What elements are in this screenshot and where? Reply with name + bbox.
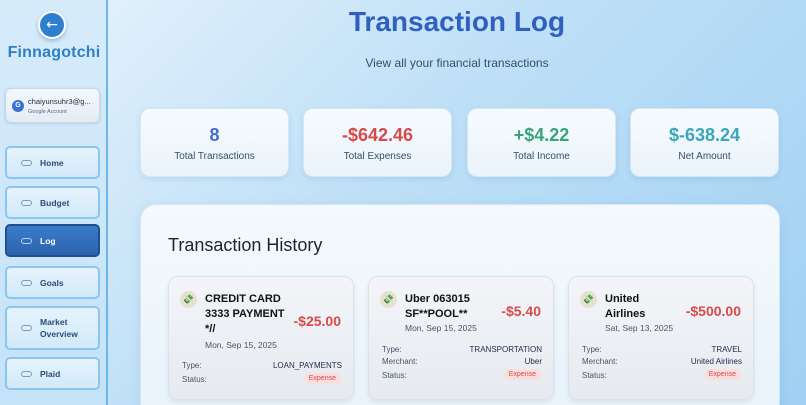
money-icon: 💸 xyxy=(180,291,197,308)
stat-card-total-expenses: -$642.46 Total Expenses xyxy=(303,108,452,177)
type-row: Type: TRANSPORTATION xyxy=(382,345,542,354)
market-icon xyxy=(21,325,32,331)
arrow-left-icon: ← xyxy=(46,17,58,33)
sidebar-item-plaid[interactable]: Plaid xyxy=(5,357,100,390)
transaction-date: Sat, Sep 13, 2025 xyxy=(605,323,674,333)
stat-value: +$4.22 xyxy=(513,125,570,145)
transaction-amount: -$500.00 xyxy=(685,303,741,319)
sidebar-item-label: Goals xyxy=(40,277,64,288)
sidebar-item-label: Budget xyxy=(40,197,70,208)
stat-value: $-638.24 xyxy=(668,125,741,145)
section-title: Transaction History xyxy=(168,235,323,255)
money-icon: 💸 xyxy=(580,291,597,308)
sidebar: ← Finnagotchi G chaiyunsuhr3@g... Google… xyxy=(0,0,108,405)
account-card[interactable]: G chaiyunsuhr3@g... Google Account xyxy=(5,88,100,123)
transaction-amount: -$5.40 xyxy=(501,303,541,319)
sidebar-item-market-overview[interactable]: Market Overview xyxy=(5,306,100,350)
sidebar-item-log[interactable]: Log xyxy=(5,224,100,257)
page-subtitle: View all your financial transactions xyxy=(365,56,549,70)
stat-label: Total Income xyxy=(513,151,570,162)
money-icon: 💸 xyxy=(380,291,397,308)
transaction-history-panel: Transaction History 💸 CREDIT CARD 3333 P… xyxy=(140,204,780,405)
type-row: Type: LOAN_PAYMENTS xyxy=(182,361,342,370)
home-icon xyxy=(21,159,32,166)
transaction-date: Mon, Sep 15, 2025 xyxy=(405,323,477,333)
sidebar-item-label: Log xyxy=(40,235,56,246)
transaction-amount: -$25.00 xyxy=(293,313,341,329)
stat-card-total-transactions: 8 Total Transactions xyxy=(140,108,289,177)
merchant-label: Merchant: xyxy=(582,357,618,366)
status-badge: Expense xyxy=(703,369,741,380)
merchant-value: United Airlines xyxy=(690,357,742,366)
sidebar-item-goals[interactable]: Goals xyxy=(5,266,100,299)
type-value: LOAN_PAYMENTS xyxy=(272,361,342,370)
stat-value: 8 xyxy=(209,125,220,145)
sidebar-item-budget[interactable]: Budget xyxy=(5,186,100,219)
budget-icon xyxy=(21,199,32,206)
transaction-date: Mon, Sep 15, 2025 xyxy=(205,340,277,350)
transaction-card[interactable]: 💸 Uber 063015 SF**POOL** Mon, Sep 15, 20… xyxy=(368,276,554,400)
transaction-name: Uber 063015 SF**POOL** xyxy=(405,293,470,320)
transaction-card[interactable]: 💸 CREDIT CARD 3333 PAYMENT *// Mon, Sep … xyxy=(168,276,354,400)
type-row: Type: TRAVEL xyxy=(582,345,742,354)
account-type: Google Account xyxy=(28,109,67,115)
type-label: Type: xyxy=(582,345,602,354)
google-icon: G xyxy=(12,100,24,112)
type-value: TRANSPORTATION xyxy=(469,345,542,354)
status-badge: Expense xyxy=(303,373,341,384)
sidebar-item-label: Home xyxy=(40,157,64,168)
sidebar-item-label: Market Overview xyxy=(40,317,78,339)
transaction-card[interactable]: 💸 United Airlines Sat, Sep 13, 2025 -$50… xyxy=(568,276,754,400)
transaction-name: CREDIT CARD 3333 PAYMENT *// xyxy=(205,293,285,335)
type-label: Type: xyxy=(182,361,202,370)
log-icon xyxy=(21,237,32,244)
merchant-row: Merchant: United Airlines xyxy=(582,357,742,366)
account-email: chaiyunsuhr3@g... xyxy=(28,97,91,106)
status-badge: Expense xyxy=(503,369,541,380)
stat-label: Total Transactions xyxy=(174,151,255,162)
stat-label: Total Expenses xyxy=(343,151,412,162)
merchant-row: Merchant: Uber xyxy=(382,357,542,366)
stat-label: Net Amount xyxy=(678,151,731,162)
goals-icon xyxy=(21,279,32,286)
type-label: Type: xyxy=(382,345,402,354)
status-label: Status: xyxy=(382,371,407,380)
app-brand: Finnagotchi xyxy=(7,44,101,61)
merchant-label: Merchant: xyxy=(382,357,418,366)
status-label: Status: xyxy=(182,375,207,384)
back-button[interactable]: ← xyxy=(38,11,66,39)
plaid-icon xyxy=(21,370,32,377)
stat-value: -$642.46 xyxy=(341,125,414,145)
stat-card-total-income: +$4.22 Total Income xyxy=(467,108,616,177)
sidebar-item-label: Plaid xyxy=(40,368,61,379)
sidebar-item-home[interactable]: Home xyxy=(5,146,100,179)
status-label: Status: xyxy=(582,371,607,380)
stat-card-net-amount: $-638.24 Net Amount xyxy=(630,108,779,177)
transaction-name: United Airlines xyxy=(605,293,646,320)
type-value: TRAVEL xyxy=(711,345,742,354)
page-title: Transaction Log xyxy=(348,6,566,37)
merchant-value: Uber xyxy=(524,357,542,366)
